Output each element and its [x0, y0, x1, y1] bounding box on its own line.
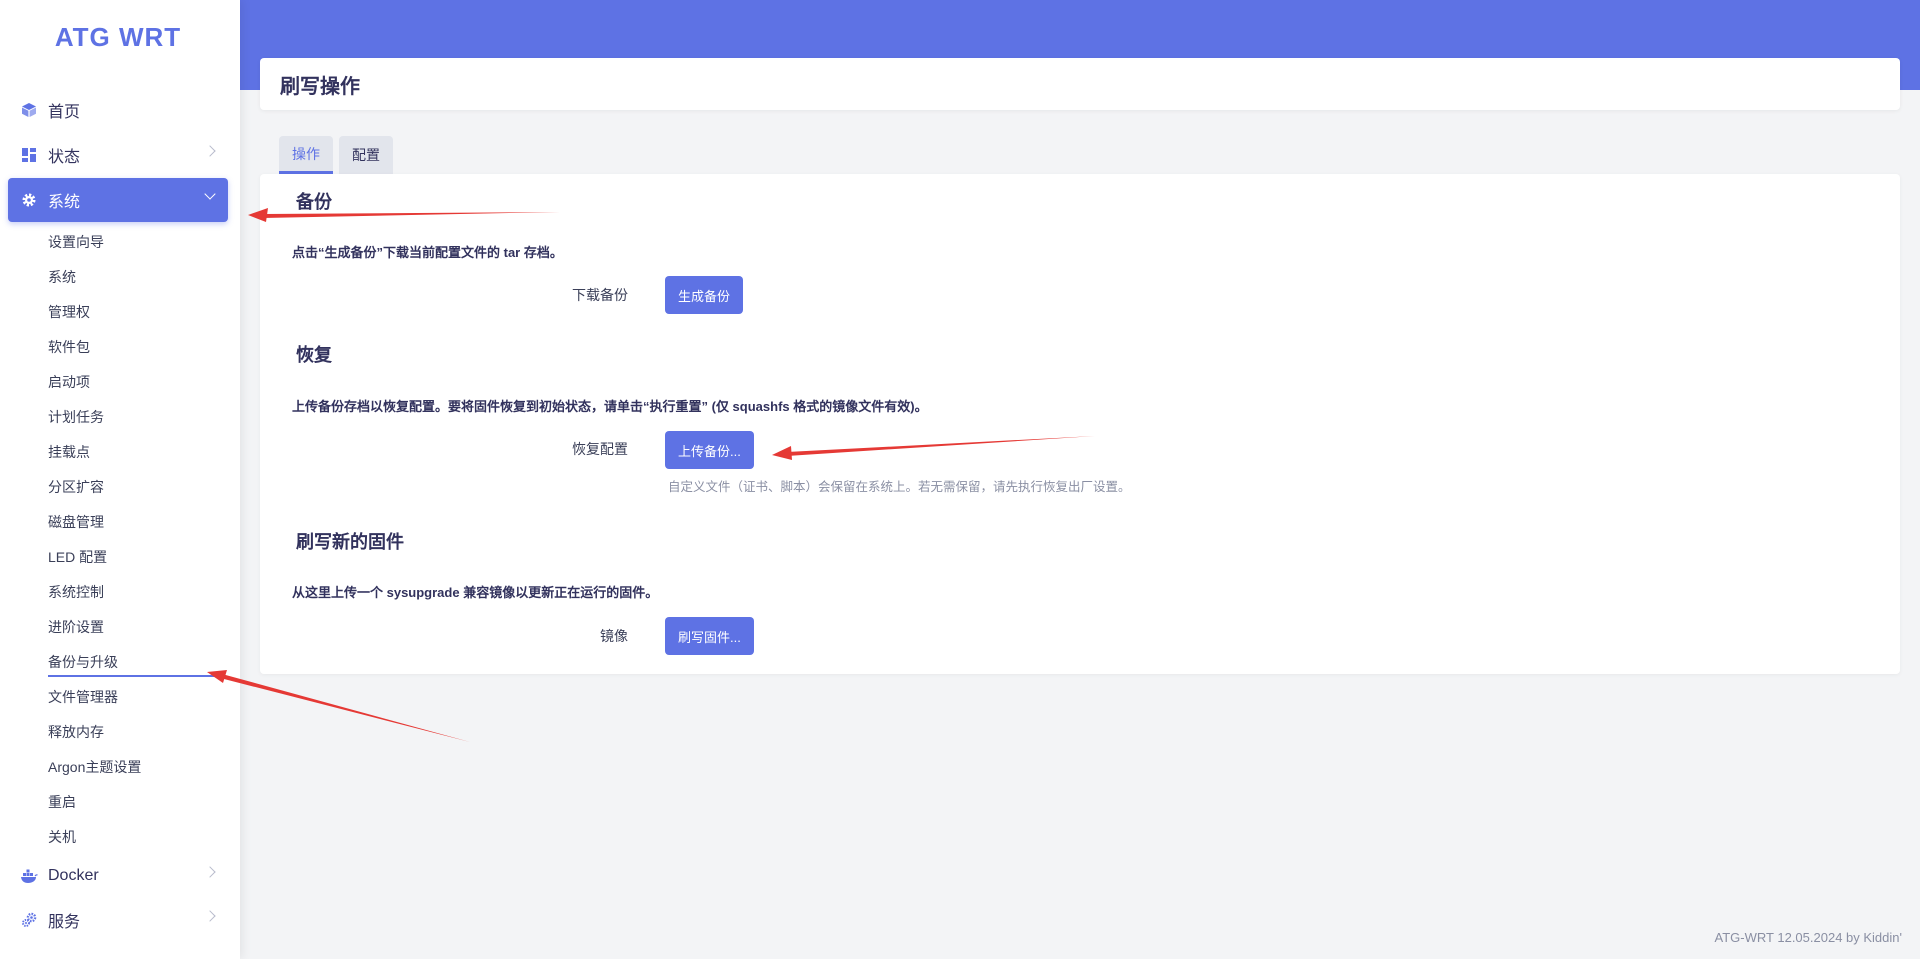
chevron-right-icon — [204, 866, 216, 878]
page-title: 刷写操作 — [280, 75, 360, 98]
restore-description: 上传备份存档以恢复配置。要将固件恢复到初始状态，请单击“执行重置” (仅 squ… — [292, 399, 928, 414]
nav-docker[interactable]: Docker — [8, 854, 228, 898]
tab-bar: 操作 配置 — [279, 136, 393, 174]
flash-description: 从这里上传一个 sysupgrade 兼容镜像以更新正在运行的固件。 — [292, 585, 659, 600]
services-gears-icon — [20, 911, 38, 929]
sidebar-item-packages[interactable]: 软件包 — [48, 336, 90, 358]
sidebar-item-system[interactable]: 系统 — [48, 266, 76, 288]
sidebar-item-admin[interactable]: 管理权 — [48, 301, 90, 323]
brand-logo[interactable]: ATG WRT — [0, 22, 236, 53]
docker-whale-icon — [20, 867, 38, 885]
sidebar-item-led-config[interactable]: LED 配置 — [48, 546, 107, 568]
sidebar-item-scheduled-tasks[interactable]: 计划任务 — [48, 406, 104, 428]
sidebar-item-free-memory[interactable]: 释放内存 — [48, 721, 104, 743]
restore-section-title: 恢复 — [296, 345, 332, 365]
sidebar-item-shutdown[interactable]: 关机 — [48, 826, 76, 848]
nav-services[interactable]: 服务 — [8, 898, 228, 942]
sidebar-item-setup-wizard[interactable]: 设置向导 — [48, 231, 104, 253]
nav-home[interactable]: 首页 — [8, 88, 228, 132]
content-card: 备份 点击“生成备份”下载当前配置文件的 tar 存档。 下载备份 生成备份 恢… — [260, 174, 1900, 674]
tab-operations[interactable]: 操作 — [279, 136, 333, 174]
chevron-right-icon — [204, 145, 216, 157]
chevron-down-icon — [204, 188, 216, 200]
tab-configuration[interactable]: 配置 — [339, 136, 393, 174]
restore-hint: 自定义文件（证书、脚本）会保留在系统上。若无需保留，请先执行恢复出厂设置。 — [668, 480, 1131, 494]
arrow-to-backup-upgrade-item — [207, 670, 470, 742]
sidebar-item-file-manager[interactable]: 文件管理器 — [48, 686, 118, 708]
upload-backup-button[interactable]: 上传备份... — [665, 431, 754, 469]
sidebar-item-backup-upgrade[interactable]: 备份与升级 — [48, 651, 220, 677]
cube-icon — [20, 101, 38, 119]
sidebar-item-disk-management[interactable]: 磁盘管理 — [48, 511, 104, 533]
backup-description: 点击“生成备份”下载当前配置文件的 tar 存档。 — [292, 245, 563, 260]
sidebar-item-partition-expand[interactable]: 分区扩容 — [48, 476, 104, 498]
nav-docker-label: Docker — [48, 867, 99, 884]
footer-version: ATG-WRT 12.05.2024 by Kiddin' — [1714, 930, 1902, 945]
flash-firmware-button[interactable]: 刷写固件... — [665, 617, 754, 655]
nav-status-label: 状态 — [48, 149, 81, 166]
sidebar-item-mount-points[interactable]: 挂载点 — [48, 441, 90, 463]
dashboard-icon — [20, 146, 38, 164]
nav-home-label: 首页 — [48, 104, 81, 121]
nav-system[interactable]: 系统 — [8, 178, 228, 222]
sidebar: ATG WRT 首页 状态 系统 设置向导 系统 管理权 软件包 启动项 计划任… — [0, 0, 240, 959]
download-backup-label: 下载备份 — [572, 287, 628, 303]
nav-system-label: 系统 — [48, 194, 81, 211]
gear-icon — [20, 191, 38, 209]
chevron-right-icon — [204, 910, 216, 922]
sidebar-item-argon-theme[interactable]: Argon主题设置 — [48, 756, 141, 778]
image-label: 镜像 — [600, 628, 628, 644]
flash-section-title: 刷写新的固件 — [296, 532, 404, 552]
restore-config-label: 恢复配置 — [572, 441, 628, 457]
nav-services-label: 服务 — [48, 914, 81, 931]
sidebar-item-system-control[interactable]: 系统控制 — [48, 581, 104, 603]
generate-backup-button[interactable]: 生成备份 — [665, 276, 744, 314]
sidebar-item-startup[interactable]: 启动项 — [48, 371, 90, 393]
nav-status[interactable]: 状态 — [8, 133, 228, 177]
page-title-card: 刷写操作 — [260, 58, 1900, 110]
sidebar-item-advanced[interactable]: 进阶设置 — [48, 616, 104, 638]
sidebar-item-reboot[interactable]: 重启 — [48, 791, 76, 813]
backup-section-title: 备份 — [296, 192, 332, 212]
